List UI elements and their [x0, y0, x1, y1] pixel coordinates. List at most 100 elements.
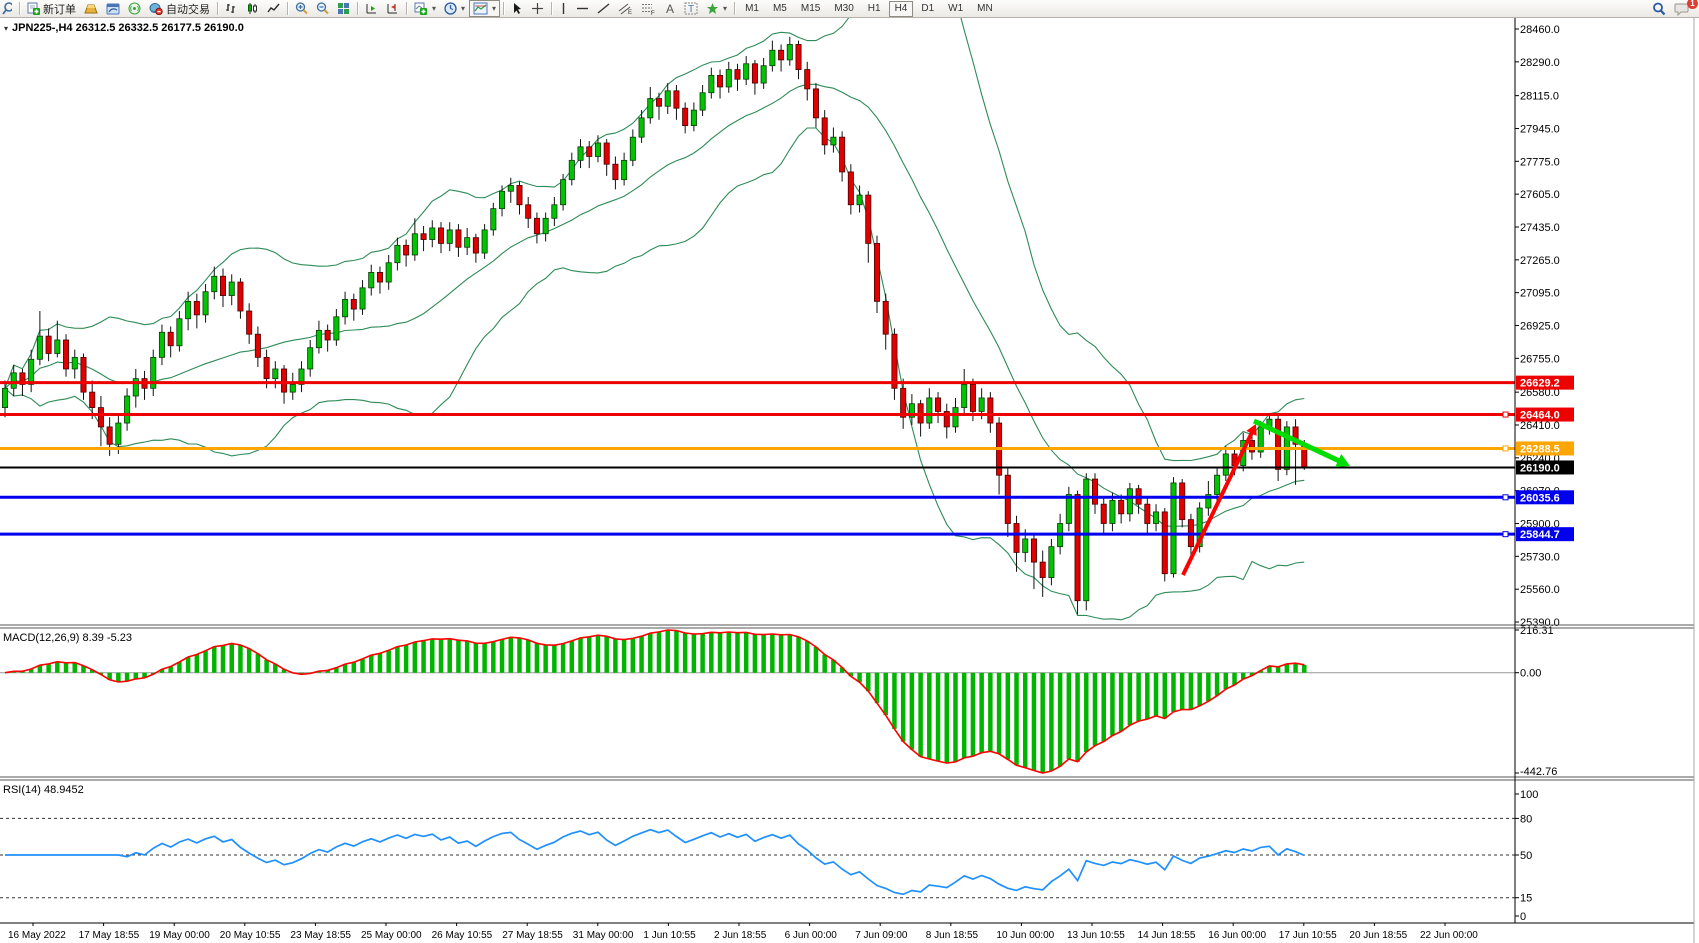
- zoom-out-button[interactable]: [312, 0, 333, 17]
- macd-label: MACD(12,26,9) 8.39 -5.23: [3, 632, 132, 644]
- candle: [508, 185, 513, 191]
- candle: [1119, 500, 1124, 514]
- candle: [186, 301, 191, 318]
- market-watch-icon: [106, 3, 120, 15]
- candle: [543, 218, 548, 233]
- channel-icon: E: [618, 2, 633, 15]
- time-tick: 16 Jun 00:00: [1208, 930, 1266, 941]
- search-icon: [1652, 2, 1666, 16]
- time-tick: 10 Jun 00:00: [996, 930, 1054, 941]
- candle: [953, 408, 958, 427]
- bar-chart-button[interactable]: [221, 0, 242, 17]
- candle: [168, 332, 173, 346]
- time-tick: 2 Jun 18:55: [714, 930, 767, 941]
- arrows-shapes-icon: [706, 2, 719, 15]
- caret-down-icon: ▾: [432, 4, 436, 13]
- candle: [229, 282, 234, 296]
- candle: [1249, 440, 1254, 452]
- candle: [1023, 539, 1028, 553]
- candle: [11, 373, 16, 388]
- time-tick: 23 May 18:55: [290, 930, 351, 941]
- text-a-icon: A: [664, 2, 676, 15]
- chart-shift-button[interactable]: [382, 0, 403, 17]
- shapes-button[interactable]: ▾: [702, 0, 731, 17]
- text-button[interactable]: A: [660, 0, 680, 17]
- price-tick: 28290.0: [1520, 57, 1560, 69]
- candle: [866, 195, 871, 243]
- timeframe-button-w1[interactable]: W1: [942, 1, 969, 17]
- chart-menu-icon[interactable]: ▾: [4, 24, 8, 33]
- candle: [255, 334, 260, 357]
- timeframe-button-m1[interactable]: M1: [739, 1, 765, 17]
- svg-text:100: 100: [1520, 789, 1538, 801]
- new-chart-button[interactable]: ▾: [410, 0, 440, 17]
- fibonacci-button[interactable]: F: [637, 0, 660, 17]
- chat-button[interactable]: 1: [1670, 0, 1693, 17]
- new-order-button[interactable]: 新订单: [23, 0, 80, 17]
- history-magnifier-icon[interactable]: [0, 0, 16, 17]
- candle: [159, 332, 164, 357]
- timeframe-button-d1[interactable]: D1: [915, 1, 940, 17]
- vertical-line-button[interactable]: [555, 0, 572, 17]
- timeframe-button-h4[interactable]: H4: [889, 1, 914, 17]
- tile-windows-button[interactable]: [333, 0, 354, 17]
- search-button[interactable]: [1648, 0, 1670, 17]
- templates-button[interactable]: ▾: [469, 0, 500, 17]
- caret-down-icon: ▾: [461, 4, 465, 13]
- candle: [377, 272, 382, 282]
- chart-canvas[interactable]: MACD(12,26,9) 8.39 -5.23216.310.00-442.7…: [0, 0, 1699, 943]
- candle: [901, 388, 906, 417]
- time-tick: 7 Jun 09:00: [855, 930, 908, 941]
- candle: [273, 369, 278, 379]
- auto-scroll-icon: [365, 2, 378, 15]
- zoom-in-button[interactable]: [291, 0, 312, 17]
- candle: [369, 272, 374, 287]
- chat-badge: 1: [1687, 0, 1698, 9]
- new-order-icon: [27, 2, 40, 15]
- text-label-button[interactable]: T: [680, 0, 702, 17]
- toolbar-separator: [503, 2, 504, 15]
- timeframe-button-h1[interactable]: H1: [862, 1, 887, 17]
- candle: [831, 137, 836, 145]
- template-icon: [473, 2, 488, 15]
- timeframe-button-m30[interactable]: M30: [828, 1, 859, 17]
- candle: [1180, 483, 1185, 520]
- candle-chart-button[interactable]: [242, 0, 263, 17]
- candle: [473, 238, 478, 253]
- autotrade-button[interactable]: 自动交易: [145, 0, 214, 17]
- timeframe-button-mn[interactable]: MN: [971, 1, 999, 17]
- chart-background[interactable]: [0, 17, 1699, 943]
- timeframe-button-m5[interactable]: M5: [767, 1, 793, 17]
- bar-chart-icon: [225, 2, 238, 15]
- cursor-button[interactable]: [507, 0, 527, 17]
- trendline-button[interactable]: [593, 0, 614, 17]
- candle: [648, 99, 653, 118]
- periods-button[interactable]: ▾: [440, 0, 469, 17]
- equidistant-channel-button[interactable]: E: [614, 0, 637, 17]
- profile-button[interactable]: [80, 0, 102, 17]
- candle: [735, 70, 740, 80]
- price-tick: 26925.0: [1520, 321, 1560, 333]
- horizontal-line-button[interactable]: [572, 0, 593, 17]
- candle: [90, 392, 95, 407]
- candle: [604, 143, 609, 164]
- time-tick: 31 May 00:00: [573, 930, 634, 941]
- line-handle: [1503, 532, 1508, 537]
- crosshair-button[interactable]: [527, 0, 548, 17]
- price-tick: 26410.0: [1520, 420, 1560, 432]
- candle: [822, 118, 827, 145]
- candle: [962, 384, 967, 407]
- magnifier-partial-icon: [2, 2, 12, 15]
- candle: [988, 398, 993, 423]
- candle: [351, 299, 356, 309]
- auto-scroll-button[interactable]: [361, 0, 382, 17]
- candle: [342, 299, 347, 316]
- line-handle: [1503, 495, 1508, 500]
- candle: [639, 118, 644, 137]
- timeframe-button-m15[interactable]: M15: [795, 1, 826, 17]
- signals-button[interactable]: [124, 0, 145, 17]
- candle: [212, 276, 217, 291]
- candle: [325, 330, 330, 340]
- line-chart-button[interactable]: [263, 0, 284, 17]
- market-watch-button[interactable]: [102, 0, 124, 17]
